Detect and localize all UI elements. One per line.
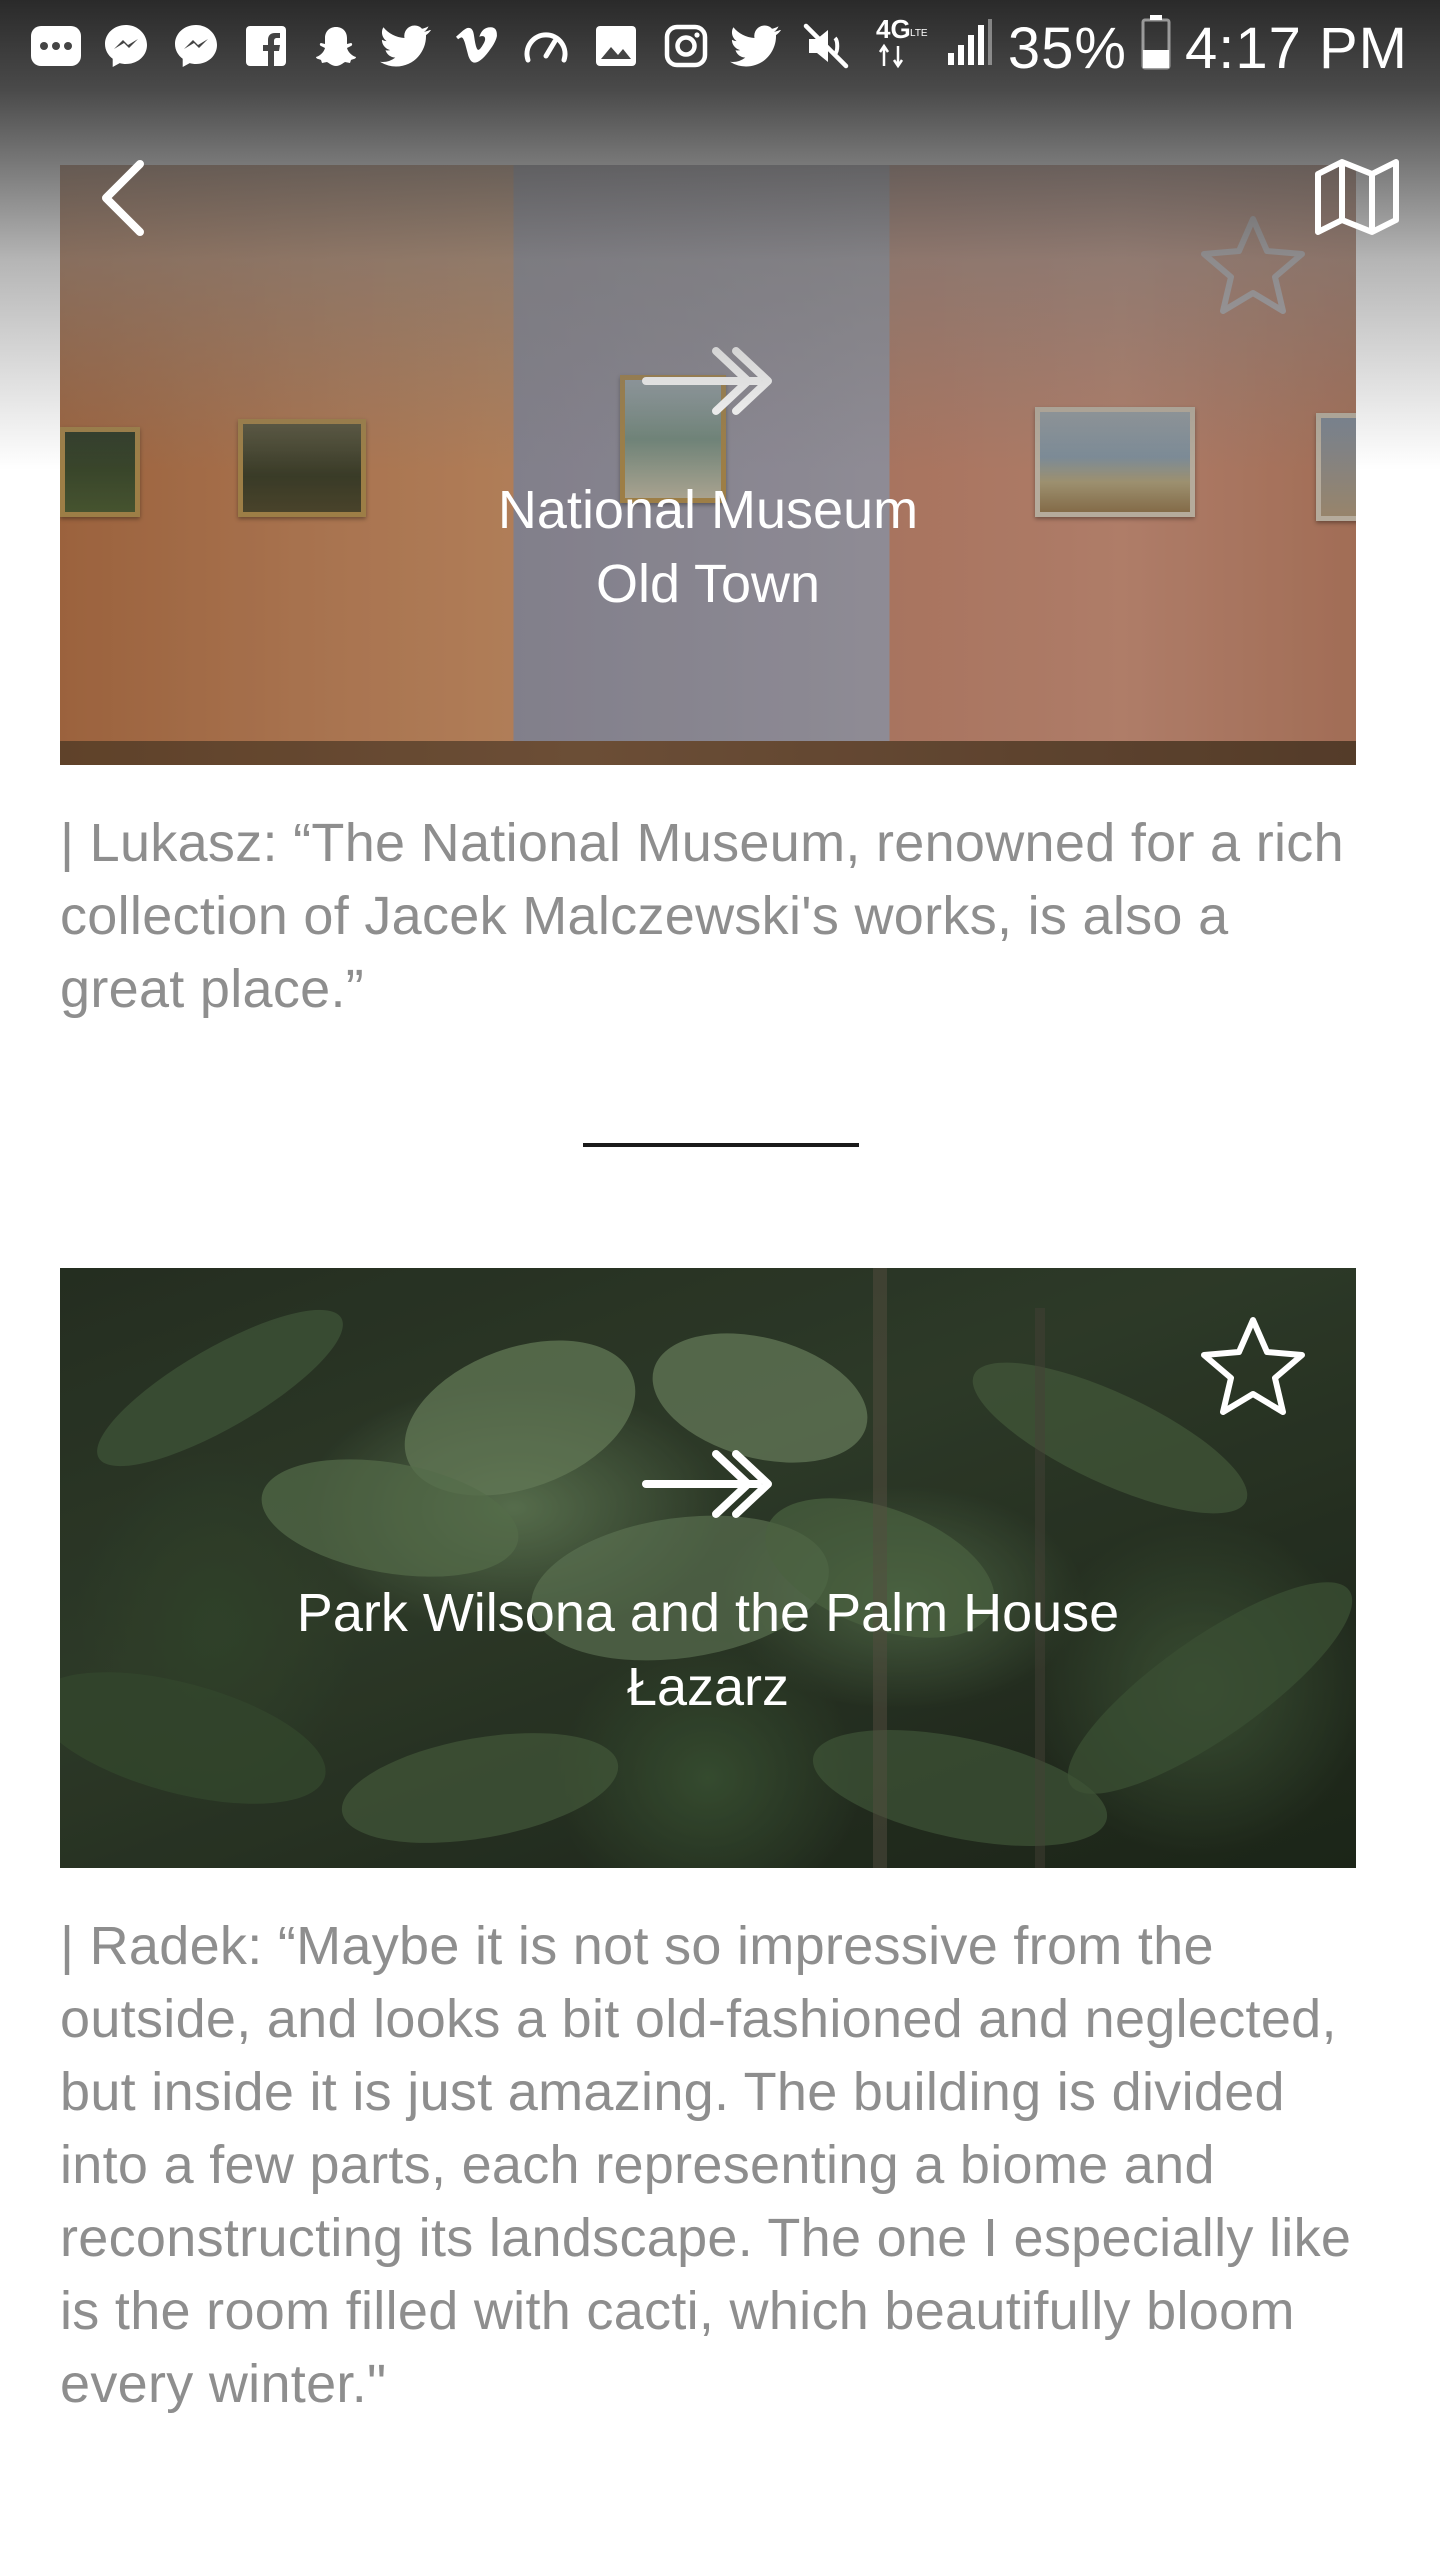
twitter-icon bbox=[728, 16, 784, 76]
place-name: National Museum bbox=[497, 480, 919, 540]
battery-percent: 35% bbox=[1007, 15, 1127, 81]
double-arrow-right-icon bbox=[642, 1450, 772, 1518]
place-card-park-wilsona[interactable]: Park Wilsona and the Palm House Łazarz bbox=[60, 1268, 1356, 1868]
mute-icon bbox=[798, 16, 854, 76]
back-button[interactable] bbox=[96, 158, 152, 238]
map-button[interactable] bbox=[1312, 152, 1402, 242]
star-outline-icon bbox=[1201, 1317, 1305, 1415]
facebook-icon bbox=[238, 16, 294, 76]
place-title: National Museum Old Town bbox=[60, 473, 1356, 621]
place-district: Old Town bbox=[595, 554, 821, 614]
favorite-button[interactable] bbox=[1198, 1314, 1308, 1422]
section-divider bbox=[583, 1143, 859, 1147]
battery-icon bbox=[1141, 14, 1171, 83]
clock: 4:17 PM bbox=[1185, 15, 1408, 81]
place-title: Park Wilsona and the Palm House Łazarz bbox=[60, 1576, 1356, 1724]
svg-text:4G: 4G bbox=[876, 14, 911, 44]
speedometer-icon bbox=[518, 16, 574, 76]
svg-text:LTE: LTE bbox=[910, 28, 928, 39]
twitter-icon bbox=[378, 16, 434, 76]
chevron-left-icon bbox=[102, 160, 144, 236]
signal-icon bbox=[944, 17, 994, 80]
map-icon bbox=[1315, 159, 1399, 235]
notification-icons bbox=[28, 16, 854, 76]
messenger-icon bbox=[168, 16, 224, 76]
image-dim-overlay bbox=[60, 1268, 1356, 1868]
instagram-icon bbox=[658, 16, 714, 76]
more-icon bbox=[28, 16, 84, 76]
review-quote: | Radek: “Maybe it is not so impressive … bbox=[60, 1916, 1352, 2414]
status-right: 4G LTE 35% 4:17 PM bbox=[874, 10, 1408, 86]
place-district: Łazarz bbox=[626, 1657, 790, 1717]
messenger-icon bbox=[98, 16, 154, 76]
lte-icon: 4G LTE bbox=[874, 12, 930, 85]
gallery-icon bbox=[588, 16, 644, 76]
place-name: Park Wilsona and the Palm House bbox=[296, 1583, 1120, 1643]
snapchat-icon bbox=[308, 16, 364, 76]
place-list-screen: 4G LTE 35% 4:17 PM National Museum Old T… bbox=[0, 0, 1440, 2560]
status-bar: 4G LTE 35% 4:17 PM bbox=[0, 0, 1440, 96]
vimeo-icon bbox=[448, 16, 504, 76]
review-quote: | Lukasz: “The National Museum, renowned… bbox=[60, 813, 1344, 1019]
